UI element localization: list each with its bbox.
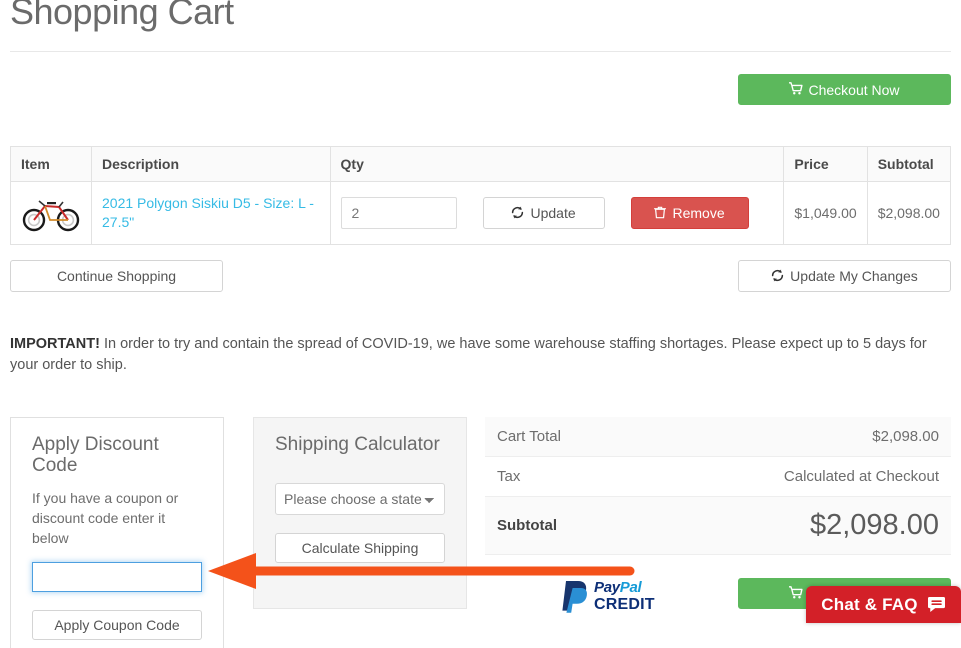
update-item-label: Update — [530, 205, 576, 221]
continue-shopping-button[interactable]: Continue Shopping — [10, 260, 223, 292]
discount-panel-heading: Apply Discount Code — [32, 434, 159, 476]
column-header-price: Price — [783, 146, 868, 182]
coupon-code-input[interactable] — [32, 562, 202, 592]
remove-item-button[interactable]: Remove — [630, 197, 749, 229]
discount-panel-description: If you have a coupon or discount code en… — [32, 490, 179, 546]
totals-label-tax: Tax — [497, 468, 521, 485]
paypal-credit-wordmark: PayPal CREDIT — [594, 580, 655, 613]
product-link[interactable]: 2021 Polygon Siskiu D5 - Size: L - 27.5" — [102, 194, 320, 232]
cart-table-header-row: Item Description Qty Price Subtotal — [10, 146, 951, 182]
cart-table: Item Description Qty Price Subtotal 2021… — [10, 146, 951, 245]
paypal-word-pal: Pal — [619, 578, 642, 596]
checkout-now-label-top: Checkout Now — [808, 81, 900, 98]
cell-price: $1,049.00 — [783, 181, 868, 245]
paypal-credit-logo[interactable]: PayPal CREDIT — [560, 577, 664, 615]
cart-table-head: Item Description Qty Price Subtotal — [10, 146, 951, 182]
chat-faq-button[interactable]: Chat & FAQ — [806, 586, 961, 623]
notice-text: In order to try and contain the spread o… — [10, 336, 927, 373]
notice-bold-prefix: IMPORTANT! — [10, 336, 100, 352]
chat-faq-label: Chat & FAQ — [821, 594, 918, 614]
apply-coupon-code-button[interactable]: Apply Coupon Code — [32, 610, 202, 640]
continue-shopping-label: Continue Shopping — [56, 268, 177, 284]
refresh-icon — [511, 205, 524, 221]
totals-row-tax: Tax Calculated at Checkout — [485, 457, 951, 497]
shopping-cart-icon — [788, 82, 804, 97]
bike-thumbnail-icon — [21, 190, 81, 236]
cell-subtotal: $2,098.00 — [867, 181, 951, 245]
covid-notice: IMPORTANT! In order to try and contain t… — [10, 334, 951, 376]
totals-value-cart-total: $2,098.00 — [638, 417, 951, 457]
cell-description: 2021 Polygon Siskiu D5 - Size: L - 27.5" — [91, 181, 331, 245]
refresh-icon — [771, 268, 784, 284]
title-divider — [10, 51, 951, 52]
shopping-cart-page: Shopping Cart Checkout Now Item Descript… — [0, 0, 961, 648]
trash-icon — [654, 206, 667, 221]
totals-row-subtotal: Subtotal $2,098.00 — [485, 496, 951, 555]
shopping-cart-icon — [788, 586, 804, 601]
totals-label-subtotal: Subtotal — [485, 496, 639, 555]
column-header-item: Item — [10, 146, 92, 182]
cell-item-thumbnail — [10, 181, 92, 245]
totals-row-cart-total: Cart Total $2,098.00 — [485, 417, 951, 457]
column-header-qty: Qty — [330, 146, 785, 182]
cell-qty-actions: Update Remove — [330, 181, 785, 245]
cart-table-body: 2021 Polygon Siskiu D5 - Size: L - 27.5" — [10, 181, 951, 245]
cart-totals-body: Cart Total $2,098.00 Tax Calculated at C… — [485, 417, 951, 555]
shipping-panel-heading: Shipping Calculator — [275, 434, 440, 455]
cart-totals-table: Cart Total $2,098.00 Tax Calculated at C… — [485, 417, 951, 555]
calculate-shipping-button[interactable]: Calculate Shipping — [275, 533, 445, 563]
apply-discount-panel: Apply Discount Code If you have a coupon… — [10, 417, 224, 648]
remove-item-label: Remove — [672, 205, 725, 221]
totals-value-subtotal: $2,098.00 — [638, 496, 951, 555]
table-row: 2021 Polygon Siskiu D5 - Size: L - 27.5" — [10, 181, 951, 245]
paypal-word: PayPal — [594, 580, 655, 595]
qty-actions-group: Update Remove — [340, 197, 774, 229]
apply-coupon-code-label: Apply Coupon Code — [54, 617, 180, 633]
column-header-description: Description — [91, 146, 331, 182]
totals-label-cart-total: Cart Total — [485, 417, 639, 457]
page-title: Shopping Cart — [10, 0, 234, 32]
paypal-logo-icon — [562, 581, 587, 613]
chat-bubble-icon — [927, 596, 946, 613]
update-my-changes-button[interactable]: Update My Changes — [738, 260, 951, 292]
column-header-subtotal: Subtotal — [867, 146, 951, 182]
shipping-calculator-panel: Shipping Calculator Please choose a stat… — [253, 417, 467, 609]
update-my-changes-label: Update My Changes — [790, 268, 918, 284]
state-select[interactable]: Please choose a state — [275, 483, 445, 515]
totals-value-tax: Calculated at Checkout — [783, 468, 939, 485]
calculate-shipping-label: Calculate Shipping — [301, 540, 419, 556]
update-item-button[interactable]: Update — [482, 197, 605, 229]
quantity-input[interactable] — [340, 197, 457, 229]
paypal-word-credit: CREDIT — [594, 595, 655, 613]
checkout-now-button-top[interactable]: Checkout Now — [738, 74, 951, 105]
paypal-word-pay: Pay — [594, 578, 620, 596]
